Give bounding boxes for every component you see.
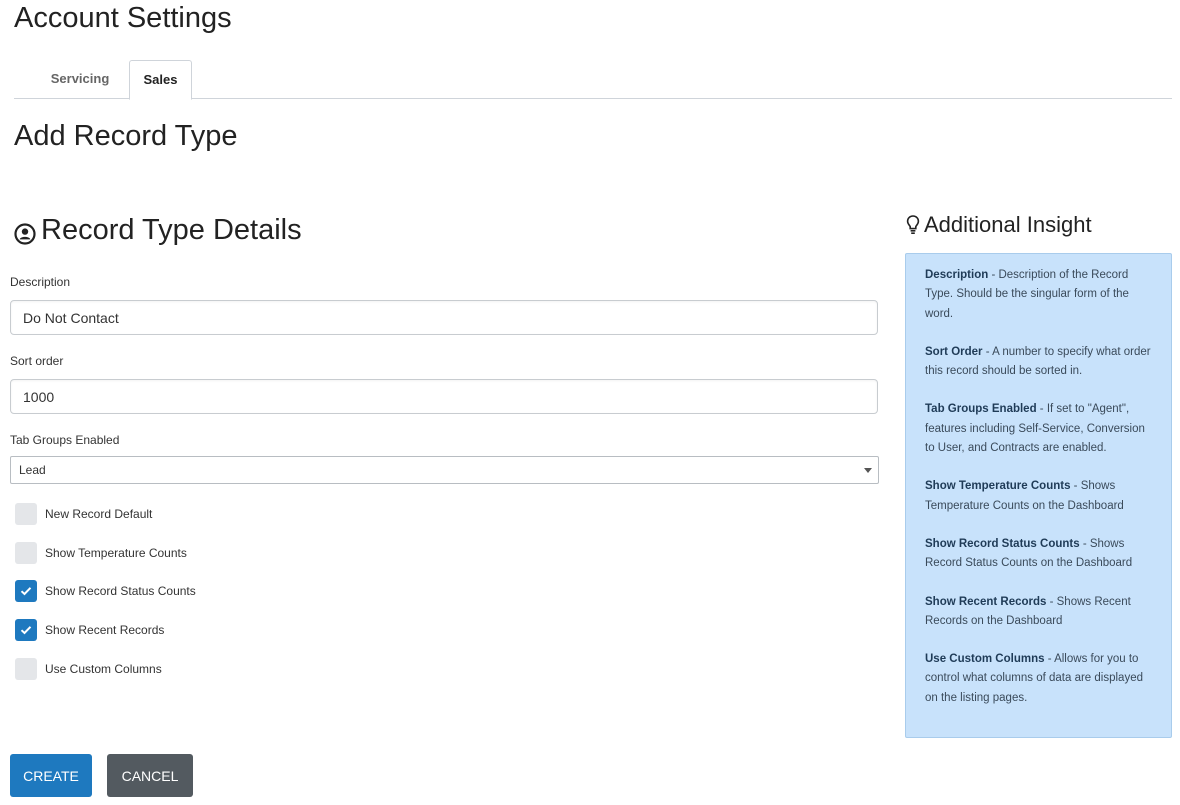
description-input[interactable] (10, 300, 878, 335)
insight-item: Use Custom Columns - Allows for you to c… (925, 650, 1152, 708)
checkbox-box-checked[interactable] (15, 580, 37, 602)
insight-item: Sort Order - A number to specify what or… (925, 343, 1152, 382)
new-record-default-checkbox[interactable]: New Record Default (15, 503, 152, 525)
insight-term: Show Recent Records (925, 595, 1047, 608)
insight-item: Tab Groups Enabled - If set to "Agent", … (925, 400, 1152, 458)
use-custom-columns-checkbox[interactable]: Use Custom Columns (15, 658, 162, 680)
details-title-text: Record Type Details (41, 214, 302, 246)
person-circle-icon (14, 220, 36, 245)
checkbox-box[interactable] (15, 542, 37, 564)
page-title: Account Settings (14, 2, 232, 34)
caret-down-icon (864, 468, 872, 473)
insight-item: Show Recent Records - Shows Recent Recor… (925, 593, 1152, 632)
checkbox-box-checked[interactable] (15, 619, 37, 641)
details-title: Record Type Details (14, 214, 302, 247)
create-button[interactable]: CREATE (10, 754, 92, 797)
show-temperature-counts-checkbox[interactable]: Show Temperature Counts (15, 542, 187, 564)
checkbox-box[interactable] (15, 503, 37, 525)
lightbulb-icon (906, 214, 920, 236)
checkmark-icon (20, 587, 32, 596)
checkbox-label: Show Record Status Counts (45, 584, 196, 598)
insight-item: Show Temperature Counts - Shows Temperat… (925, 477, 1152, 516)
insight-term: Sort Order (925, 345, 983, 358)
insight-title-text: Additional Insight (924, 212, 1092, 237)
insight-term: Use Custom Columns (925, 653, 1045, 666)
section-title: Add Record Type (14, 120, 238, 152)
checkmark-icon (20, 626, 32, 635)
tab-bar: Servicing Sales (14, 60, 1172, 100)
tab-groups-selected-value: Lead (19, 463, 46, 477)
insight-title: Additional Insight (906, 212, 1092, 238)
insight-term: Tab Groups Enabled (925, 403, 1037, 416)
checkbox-box[interactable] (15, 658, 37, 680)
sort-order-label: Sort order (10, 354, 64, 368)
insight-item: Show Record Status Counts - Shows Record… (925, 535, 1152, 574)
insight-term: Description (925, 269, 989, 281)
checkbox-label: Show Recent Records (45, 623, 165, 637)
description-label: Description (10, 275, 71, 289)
tab-servicing[interactable]: Servicing (38, 60, 122, 98)
cancel-button[interactable]: CANCEL (107, 754, 193, 797)
insight-item: Description - Description of the Record … (925, 266, 1152, 324)
checkbox-label: Show Temperature Counts (45, 546, 187, 560)
show-record-status-counts-checkbox[interactable]: Show Record Status Counts (15, 580, 196, 602)
tab-groups-label: Tab Groups Enabled (10, 433, 120, 447)
insight-term: Show Record Status Counts (925, 537, 1080, 550)
insight-panel: Description - Description of the Record … (905, 253, 1172, 738)
tab-sales[interactable]: Sales (129, 60, 192, 100)
insight-term: Show Temperature Counts (925, 480, 1071, 493)
sort-order-input[interactable] (10, 379, 878, 414)
checkbox-label: Use Custom Columns (45, 662, 162, 676)
tab-groups-select[interactable]: Lead (10, 456, 879, 484)
show-recent-records-checkbox[interactable]: Show Recent Records (15, 619, 164, 641)
checkbox-label: New Record Default (45, 507, 153, 521)
